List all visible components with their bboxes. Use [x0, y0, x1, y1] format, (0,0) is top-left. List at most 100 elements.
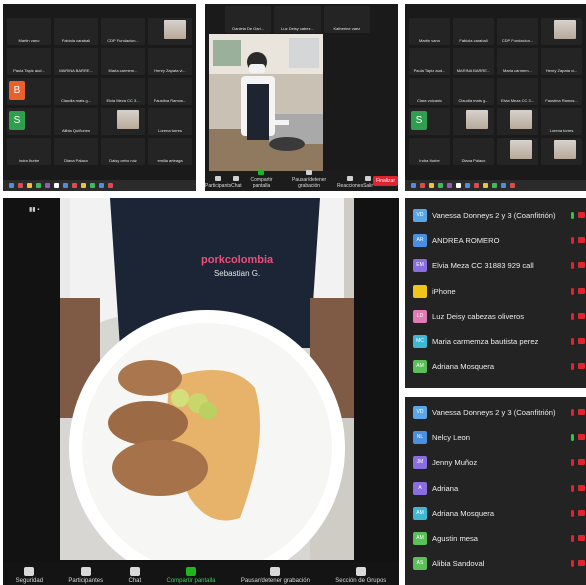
end-meeting-button[interactable]: Finalizar — [373, 176, 398, 186]
share-screen-button[interactable]: Compartir pantalla — [166, 567, 216, 584]
taskbar-app-icon[interactable] — [90, 183, 95, 188]
taskbar-app-icon[interactable] — [72, 183, 77, 188]
video-tile[interactable]: Faustina Ramos... — [148, 78, 192, 105]
participant-row[interactable]: AS Alibia Sandoval — [407, 551, 586, 576]
microphone-muted-icon[interactable] — [571, 363, 574, 371]
taskbar-app-icon[interactable] — [411, 183, 416, 188]
video-tile[interactable]: Claudia mats g... — [54, 78, 98, 105]
video-tile[interactable] — [148, 18, 192, 45]
video-tile[interactable] — [497, 138, 538, 165]
video-off-icon[interactable] — [578, 484, 585, 491]
video-tile[interactable]: Diana Palaco — [453, 138, 494, 165]
control-button[interactable]: Chat — [231, 176, 242, 189]
video-off-icon[interactable] — [578, 534, 585, 541]
participant-row[interactable]: NL Nelcy Leon — [407, 425, 586, 450]
taskbar-app-icon[interactable] — [465, 183, 470, 188]
microphone-muted-icon[interactable] — [571, 534, 574, 542]
microphone-icon[interactable] — [571, 434, 574, 442]
video-tile[interactable]: CDP Fundacion... — [497, 18, 538, 45]
video-tile[interactable]: Paula Tapiz aud... — [409, 48, 450, 75]
video-off-icon[interactable] — [578, 237, 585, 244]
taskbar-app-icon[interactable] — [54, 183, 59, 188]
participant-row[interactable]: VD Vanessa Donneys 2 y 3 (Coanfitrión) — [407, 400, 586, 425]
video-tile[interactable] — [101, 108, 145, 135]
microphone-muted-icon[interactable] — [571, 237, 574, 245]
view-controls[interactable]: ▮▮ ▪ — [29, 206, 39, 213]
video-tile[interactable]: Faustina Ramos... — [541, 78, 582, 105]
microphone-muted-icon[interactable] — [571, 312, 574, 320]
video-tile[interactable]: Lorena torres — [541, 108, 582, 135]
video-off-icon[interactable] — [578, 459, 585, 466]
video-tile[interactable] — [497, 108, 538, 135]
video-tile[interactable]: Indra Iturbe — [7, 138, 51, 165]
participant-row[interactable]: MC Maria carmemza bautista perez — [407, 329, 586, 354]
video-off-icon[interactable] — [578, 212, 585, 218]
control-button[interactable]: Compartir pantalla — [242, 170, 282, 189]
breakout-button[interactable]: Sección de Grupos — [335, 567, 386, 584]
video-off-icon[interactable] — [578, 509, 585, 516]
video-tile[interactable]: Elvia Meza CC 3... — [101, 78, 145, 105]
participants-button[interactable]: Participantes — [68, 567, 103, 584]
shield-button[interactable]: Seguridad — [16, 567, 43, 584]
taskbar-app-icon[interactable] — [18, 183, 23, 188]
taskbar-app-icon[interactable] — [99, 183, 104, 188]
video-tile[interactable]: Maria carmem... — [101, 48, 145, 75]
control-button[interactable]: Pausar/detener grabación — [281, 170, 337, 189]
participant-row[interactable]: iPhone — [407, 279, 586, 304]
pause-button[interactable]: Pausar/detener grabación — [241, 567, 310, 584]
participant-row[interactable]: AR ANDREA ROMERO — [407, 228, 586, 253]
video-tile[interactable]: Henry Zapata vi... — [541, 48, 582, 75]
chat-button[interactable]: Chat — [128, 567, 141, 584]
control-button[interactable]: Reacciones — [337, 176, 363, 189]
video-tile[interactable]: S — [7, 108, 51, 135]
taskbar-app-icon[interactable] — [510, 183, 515, 188]
video-tile[interactable]: Lorena torres — [148, 108, 192, 135]
video-tile[interactable]: Alibia Quiñones — [54, 108, 98, 135]
video-off-icon[interactable] — [578, 337, 585, 344]
microphone-icon[interactable] — [571, 212, 574, 219]
microphone-muted-icon[interactable] — [571, 484, 574, 492]
video-tile[interactable]: Martin vano — [409, 18, 450, 45]
participant-row[interactable]: AM Adriana Mosquera — [407, 501, 586, 526]
video-tile[interactable]: Maria carmem... — [497, 48, 538, 75]
microphone-muted-icon[interactable] — [571, 287, 574, 295]
taskbar-app-icon[interactable] — [81, 183, 86, 188]
taskbar-app-icon[interactable] — [438, 183, 443, 188]
taskbar-app-icon[interactable] — [9, 183, 14, 188]
taskbar-app-icon[interactable] — [483, 183, 488, 188]
microphone-muted-icon[interactable] — [571, 459, 574, 467]
microphone-muted-icon[interactable] — [571, 560, 574, 568]
video-off-icon[interactable] — [578, 434, 585, 441]
taskbar-app-icon[interactable] — [492, 183, 497, 188]
video-tile[interactable]: MARINA BARRE... — [453, 48, 494, 75]
participant-row[interactable]: JM Jenny Muñoz — [407, 450, 586, 475]
control-button[interactable]: Salir — [363, 176, 373, 189]
video-off-icon[interactable] — [578, 363, 585, 370]
video-tile[interactable]: Fabiola carabali — [54, 18, 98, 45]
taskbar-app-icon[interactable] — [501, 183, 506, 188]
taskbar-app-icon[interactable] — [429, 183, 434, 188]
video-off-icon[interactable] — [578, 287, 585, 294]
video-tile[interactable]: Daniela De Gari... — [225, 6, 272, 33]
microphone-muted-icon[interactable] — [571, 262, 574, 270]
video-tile[interactable]: Luz Deisy cabez... — [274, 6, 321, 33]
video-tile[interactable]: Indra Iturbe — [409, 138, 450, 165]
video-off-icon[interactable] — [578, 560, 585, 567]
participant-row[interactable]: AM Adriana Mosquera — [407, 354, 586, 379]
video-tile[interactable]: CDP Fundacion... — [101, 18, 145, 45]
video-tile[interactable]: S — [409, 108, 450, 135]
taskbar-app-icon[interactable] — [45, 183, 50, 188]
video-off-icon[interactable] — [578, 409, 585, 415]
taskbar-app-icon[interactable] — [108, 183, 113, 188]
video-tile[interactable]: Henry Zapata vi... — [148, 48, 192, 75]
video-off-icon[interactable] — [578, 312, 585, 319]
video-tile[interactable]: Clara volcanic — [409, 78, 450, 105]
video-off-icon[interactable] — [578, 262, 585, 269]
video-tile[interactable]: Daisy cetro ruiz — [101, 138, 145, 165]
video-tile[interactable]: Paula Tapiz aud... — [7, 48, 51, 75]
taskbar-app-icon[interactable] — [420, 183, 425, 188]
video-tile[interactable] — [541, 138, 582, 165]
microphone-muted-icon[interactable] — [571, 337, 574, 345]
participant-row[interactable]: AM Agustin mesa — [407, 526, 586, 551]
video-tile[interactable]: Diana Palaco — [54, 138, 98, 165]
